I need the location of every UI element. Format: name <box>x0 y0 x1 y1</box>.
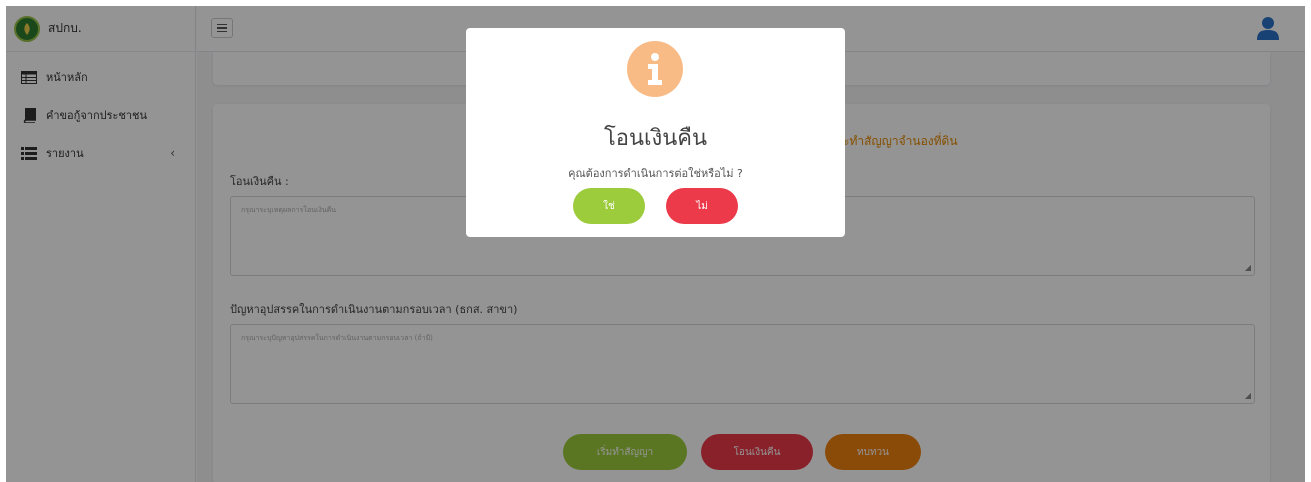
info-icon <box>627 41 683 97</box>
dialog-message: คุณต้องการดำเนินการต่อใช่หรือไม่ ? <box>568 167 743 180</box>
frame-edge-top <box>0 0 1311 6</box>
confirm-dialog: โอนเงินคืน คุณต้องการดำเนินการต่อใช่หรือ… <box>466 28 845 237</box>
frame-edge-right <box>1305 0 1311 482</box>
frame-edge-left <box>0 0 6 482</box>
confirm-button[interactable]: ใช่ <box>573 188 645 224</box>
cancel-button[interactable]: ไม่ <box>666 188 738 224</box>
dialog-title: โอนเงินคืน <box>603 126 708 151</box>
